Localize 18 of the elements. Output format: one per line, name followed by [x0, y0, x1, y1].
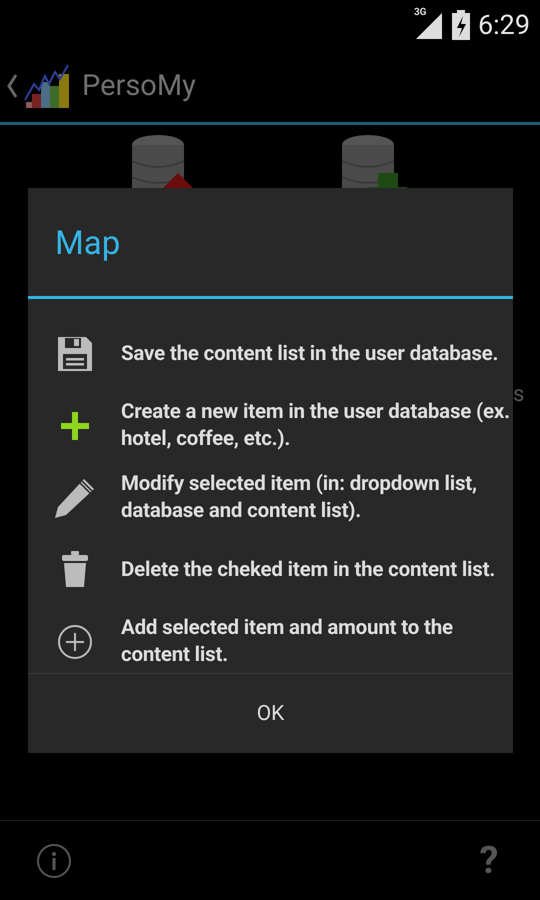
info-icon[interactable]	[36, 842, 72, 878]
help-text: Delete the cheked item in the content list.	[121, 556, 496, 584]
save-icon	[56, 335, 94, 373]
help-text: Save the content list in the user database.	[121, 340, 500, 368]
help-text: Modify selected item (in: dropdown list, database and content list).	[121, 471, 478, 525]
app-title: PersoMy	[82, 69, 196, 103]
back-caret-icon[interactable]	[6, 73, 18, 99]
help-text: Create a new item in the user database (ex. hotel, coffee, etc.).	[121, 399, 511, 453]
bar-chart-icon[interactable]	[24, 62, 72, 110]
background-text: s	[513, 382, 524, 407]
add-circle-icon	[56, 624, 92, 660]
help-text: Add selected item and amount to the content list.	[121, 615, 454, 669]
pencil-icon	[54, 477, 96, 519]
dialog-title: Map	[54, 223, 122, 260]
battery-icon	[452, 10, 470, 40]
clock-time: 6:29	[478, 9, 530, 41]
plus-icon	[60, 411, 90, 441]
trash-icon	[60, 551, 88, 589]
